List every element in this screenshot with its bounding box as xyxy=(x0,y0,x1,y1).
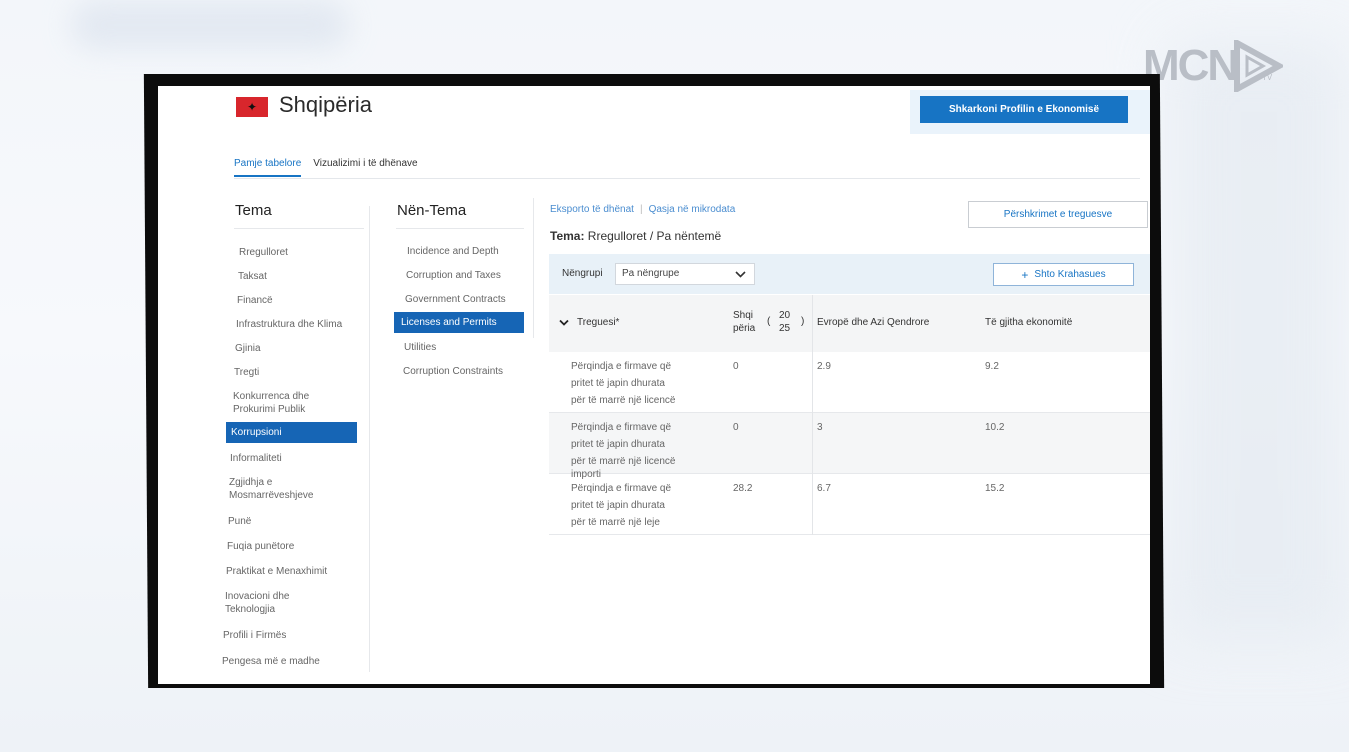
cell-all-value: 9.2 xyxy=(985,361,999,372)
cell-country-value: 28.2 xyxy=(733,483,753,494)
theme-item-innovation[interactable]: Inovacioni dhe Teknologjia xyxy=(225,590,315,616)
subtheme-incidence[interactable]: Incidence and Depth xyxy=(407,246,499,257)
subgroup-select[interactable]: Pa nëngrupe xyxy=(615,263,755,285)
subgroup-label: Nëngrupi xyxy=(562,268,603,279)
cell-all-value: 15.2 xyxy=(985,483,1005,494)
subgroup-value: Pa nëngrupe xyxy=(622,268,680,279)
breadcrumb-value: Rregulloret / Pa nëntemë xyxy=(587,229,722,243)
subthemes-heading: Nën-Tema xyxy=(397,202,467,219)
row-indicator: Përqindja e firmave që pritet të japin d… xyxy=(571,480,671,531)
row-indicator: Përqindja e firmave që pritet të japin d… xyxy=(571,358,676,409)
indicator-line: importi xyxy=(571,469,602,480)
cell-region-value: 2.9 xyxy=(817,361,831,372)
indicator-line: për të marrë një licencë xyxy=(571,456,676,467)
header-year-line1: 20 xyxy=(779,310,791,321)
cell-region-value: 3 xyxy=(817,422,823,433)
indicator-line: për të marrë një licencë xyxy=(571,395,676,406)
view-tabs: Pamje tabelore Vizualizimi i të dhënave xyxy=(234,158,418,177)
divider xyxy=(234,228,364,229)
logo-sub: TV xyxy=(1262,73,1273,82)
export-data-link[interactable]: Eksporto të dhënat xyxy=(550,204,634,215)
theme-item-management[interactable]: Praktikat e Menaxhimit xyxy=(226,565,327,578)
mcn-logo: MCN TV xyxy=(1143,36,1284,96)
header-region: Evropë dhe Azi Qendrore xyxy=(817,317,930,328)
header-all-economies: Të gjitha ekonomitë xyxy=(985,317,1073,328)
header-paren-open: ( xyxy=(767,316,771,327)
page-title: Shqipëria xyxy=(279,92,372,117)
header-country-line1: Shqi xyxy=(733,310,754,321)
add-comparator-label: Shto Krahasues xyxy=(1034,269,1106,280)
add-comparator-button[interactable]: + Shto Krahasues xyxy=(993,263,1134,286)
theme-item-firm-profile[interactable]: Profili i Firmës xyxy=(223,629,286,642)
chevron-down-icon xyxy=(735,271,746,278)
download-profile-button[interactable]: Shkarkoni Profilin e Ekonomisë xyxy=(920,96,1128,123)
theme-item-infrastructure[interactable]: Infrastruktura dhe Klima xyxy=(236,318,342,331)
indicator-line: pritet të japin dhurata xyxy=(571,439,665,450)
indicator-descriptions-button[interactable]: Përshkrimet e treguesve xyxy=(968,201,1148,228)
theme-item-trade[interactable]: Tregti xyxy=(234,366,259,379)
theme-item-biggest-obstacle[interactable]: Pengesa më e madhe xyxy=(222,655,320,668)
subtheme-government-contracts[interactable]: Government Contracts xyxy=(405,294,506,305)
cell-country-value: 0 xyxy=(733,422,739,433)
subtheme-licenses-permits[interactable]: Licenses and Permits xyxy=(394,312,524,333)
theme-item-taxes[interactable]: Taksat xyxy=(238,270,267,283)
column-divider xyxy=(812,295,813,535)
column-divider xyxy=(369,206,370,672)
theme-item-workforce[interactable]: Fuqia punëtore xyxy=(227,540,294,553)
indicator-line: Përqindja e firmave që xyxy=(571,361,672,372)
theme-item-disputes[interactable]: Zgjidhja e Mosmarrëveshjeve xyxy=(229,476,339,502)
theme-item-work[interactable]: Punë xyxy=(228,515,251,528)
app-screen: ✦ Shqipëria Shkarkoni Profilin e Ekonomi… xyxy=(158,86,1150,684)
chevron-down-icon[interactable] xyxy=(559,319,569,327)
indicator-line: për të marrë një leje xyxy=(571,517,660,528)
albania-flag-icon: ✦ xyxy=(236,97,268,117)
breadcrumb-label: Tema: xyxy=(550,229,585,243)
theme-item-corruption[interactable]: Korrupsioni xyxy=(226,422,357,443)
play-triangle-icon: TV xyxy=(1234,40,1284,92)
header-paren-close: ) xyxy=(801,316,805,327)
indicator-line: pritet të japin dhurata xyxy=(571,378,665,389)
header-country-line2: përia xyxy=(733,323,756,334)
indicator-line: Përqindja e firmave që xyxy=(571,483,672,494)
theme-item-gender[interactable]: Gjinia xyxy=(235,342,261,355)
tab-data-visualization[interactable]: Vizualizimi i të dhënave xyxy=(313,158,417,177)
subtheme-utilities[interactable]: Utilities xyxy=(404,342,436,353)
subtheme-corruption-taxes[interactable]: Corruption and Taxes xyxy=(406,270,501,281)
breadcrumb: Tema: Rregulloret / Pa nëntemë xyxy=(550,229,721,243)
header-indicator[interactable]: Treguesi* xyxy=(577,317,619,328)
cell-country-value: 0 xyxy=(733,361,739,372)
microdata-link[interactable]: Qasja në mikrodata xyxy=(649,204,736,215)
theme-item-informality[interactable]: Informaliteti xyxy=(230,452,282,465)
cell-region-value: 6.7 xyxy=(817,483,831,494)
column-divider xyxy=(533,198,534,338)
divider xyxy=(234,178,1140,179)
theme-item-finance[interactable]: Financë xyxy=(237,294,273,307)
indicator-line: Përqindja e firmave që xyxy=(571,422,672,433)
cell-all-value: 10.2 xyxy=(985,422,1005,433)
themes-heading: Tema xyxy=(235,202,272,219)
theme-item-competition[interactable]: Konkurrenca dhe Prokurimi Publik xyxy=(233,390,343,416)
theme-item-regulations[interactable]: Rregulloret xyxy=(239,246,288,259)
background-glow xyxy=(70,0,350,50)
header-year-line2: 25 xyxy=(779,323,791,334)
divider xyxy=(396,228,524,229)
row-indicator: Përqindja e firmave që pritet të japin d… xyxy=(571,419,676,480)
tab-table-view[interactable]: Pamje tabelore xyxy=(234,158,302,177)
plus-icon: + xyxy=(1021,267,1029,282)
indicator-line: pritet të japin dhurata xyxy=(571,500,665,511)
subtheme-corruption-constraints[interactable]: Corruption Constraints xyxy=(403,366,503,377)
action-links: Eksporto të dhënat | Qasja në mikrodata xyxy=(550,204,736,215)
background-glow xyxy=(1169,40,1349,640)
